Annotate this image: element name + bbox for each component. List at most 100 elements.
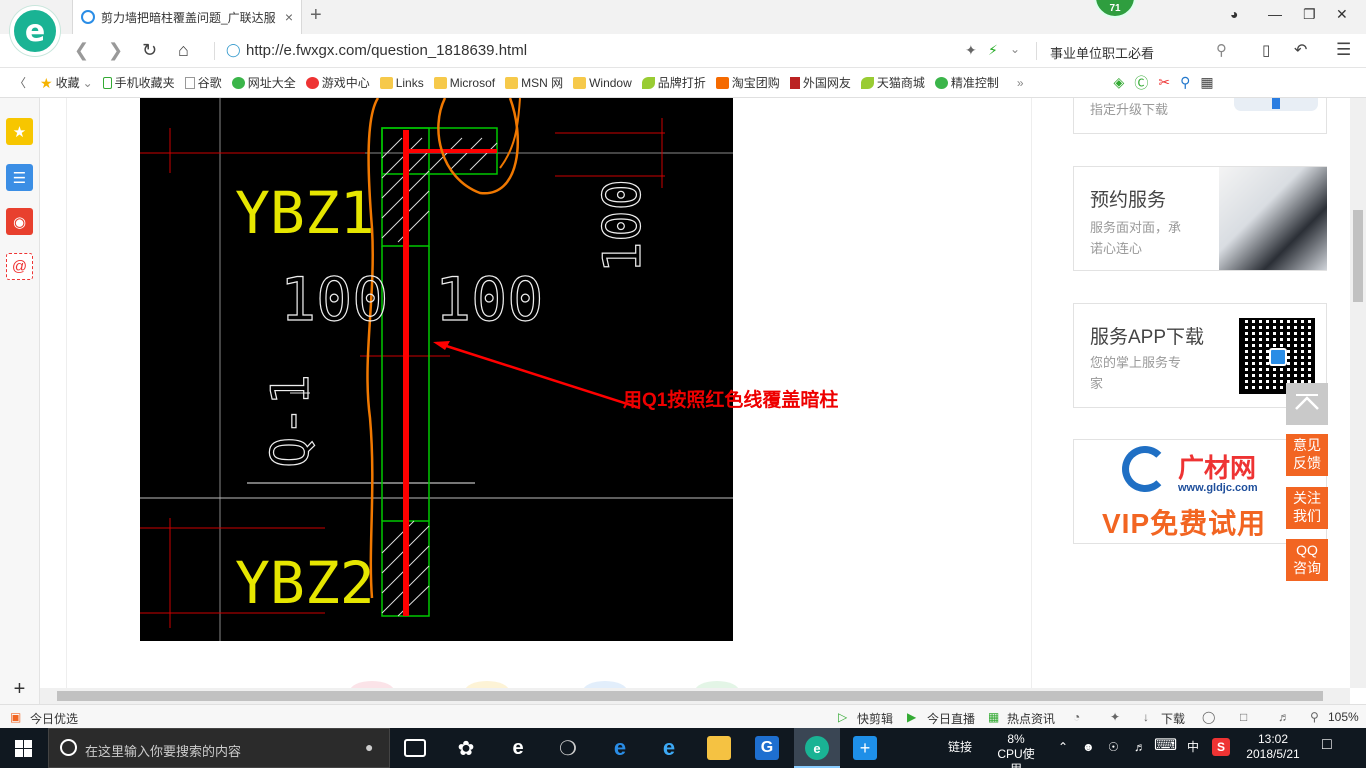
today-picks-link[interactable]: 今日优选: [30, 710, 78, 727]
bookmark-item[interactable]: 谷歌: [184, 74, 222, 91]
translate-icon[interactable]: Ⓒ: [1134, 73, 1148, 93]
cpu-meter[interactable]: 8% CPU使用: [992, 732, 1040, 768]
notification-center-icon[interactable]: □: [1322, 737, 1332, 753]
vertical-scrollbar[interactable]: [1350, 98, 1366, 688]
speaker-icon[interactable]: ♬: [1134, 740, 1146, 755]
pinwheel-icon[interactable]: ✿: [454, 736, 478, 760]
feedback-button[interactable]: 意见 反馈: [1286, 434, 1328, 476]
back-icon[interactable]: ❮: [74, 40, 89, 61]
speed-icon[interactable]: ◔: [1073, 710, 1080, 724]
share-icon[interactable]: ✦: [965, 42, 977, 59]
taskbar-search[interactable]: 在这里输入你要搜索的内容 ●: [48, 728, 390, 768]
bookmark-item[interactable]: Links: [379, 76, 424, 90]
person-icon[interactable]: ☻: [1082, 740, 1095, 755]
search-icon[interactable]: ⚲: [1216, 41, 1227, 59]
sogou-icon[interactable]: S: [1212, 738, 1230, 756]
add-panel-icon[interactable]: +: [6, 676, 33, 703]
hot-news-link[interactable]: 热点资讯: [1007, 710, 1055, 727]
weibo-icon[interactable]: ◉: [6, 208, 33, 235]
lightning-icon[interactable]: ⚡: [988, 42, 998, 59]
internet-explorer-icon[interactable]: e: [657, 735, 681, 760]
minimize-icon[interactable]: —: [1268, 6, 1282, 22]
active-app-highlight[interactable]: e: [794, 728, 840, 768]
bookmark-item[interactable]: 手机收藏夹: [102, 74, 175, 91]
bookmark-item[interactable]: 网址大全: [231, 74, 296, 91]
spiral-app-icon[interactable]: ❍: [556, 736, 580, 760]
upgrade-card[interactable]: 指定升级下载: [1073, 98, 1327, 134]
bookmark-label: 品牌打折: [657, 76, 706, 90]
task-view-icon[interactable]: [404, 739, 426, 757]
more-bookmarks-icon[interactable]: »: [1017, 76, 1024, 90]
microphone-icon[interactable]: ●: [365, 739, 373, 755]
maximize-icon[interactable]: ❐: [1303, 6, 1316, 23]
chevron-up-tray-icon[interactable]: ⌃: [1058, 740, 1068, 755]
quick-clip-link[interactable]: 快剪辑: [857, 710, 893, 727]
bookmark-item[interactable]: ★ 收藏 ⌄: [40, 74, 93, 91]
close-window-icon[interactable]: ✕: [1336, 6, 1348, 23]
follow-us-button[interactable]: 关注 我们: [1286, 487, 1328, 529]
clock[interactable]: 13:02 2018/5/21: [1240, 732, 1306, 762]
clock-date: 2018/5/21: [1246, 747, 1300, 761]
phone-icon[interactable]: ▯: [1262, 41, 1270, 59]
reader-list-icon[interactable]: ☰: [6, 164, 33, 191]
bookmark-item[interactable]: MSN 网: [505, 74, 563, 91]
favorites-star-icon[interactable]: ★: [6, 118, 33, 145]
dimension-left: 100: [280, 265, 388, 335]
browser-logo-icon[interactable]: e: [10, 6, 60, 56]
pin-icon[interactable]: ✦: [1110, 710, 1120, 724]
booking-card[interactable]: 预约服务 服务面对面，承 诺心连心: [1073, 166, 1327, 271]
tab-close-icon[interactable]: ×: [285, 9, 293, 25]
gift-icon[interactable]: ▣: [10, 710, 21, 724]
windows-start-icon[interactable]: [15, 740, 32, 757]
remote-app-icon[interactable]: +: [853, 736, 877, 760]
scrollbar-thumb[interactable]: [1353, 210, 1363, 302]
new-tab-button[interactable]: +: [310, 4, 322, 27]
file-explorer-icon[interactable]: [707, 736, 731, 760]
ie-mode-icon[interactable]: ◯: [1202, 710, 1215, 724]
edge-icon[interactable]: e: [608, 735, 632, 760]
divider: [1036, 42, 1037, 60]
qq-consult-button[interactable]: QQ 咨询: [1286, 539, 1328, 581]
shirt-skin-icon[interactable]: ◕: [1230, 6, 1238, 22]
bookmark-item[interactable]: 品牌打折: [641, 74, 706, 91]
bookmark-item[interactable]: 游戏中心: [305, 74, 370, 91]
links-toolbar[interactable]: 链接: [948, 740, 972, 755]
bookmark-item[interactable]: 精准控制: [934, 74, 999, 91]
address-bar[interactable]: http://e.fwxgx.com/question_1818639.html: [246, 42, 527, 59]
search-input[interactable]: 事业单位职工必看: [1050, 43, 1154, 62]
grid-icon[interactable]: ▦: [1200, 74, 1213, 91]
browser-tab[interactable]: 剪力墙把暗柱覆盖问题_广联达服 ×: [72, 0, 302, 34]
home-icon[interactable]: ⌂: [178, 40, 189, 61]
download-link[interactable]: 下载: [1161, 710, 1185, 727]
collapse-sidebar-icon[interactable]: 〈: [14, 74, 26, 91]
keyboard-icon[interactable]: ⌨: [1154, 738, 1177, 754]
bookmark-item[interactable]: Microsof: [433, 76, 495, 90]
ime-indicator[interactable]: 中: [1187, 740, 1199, 755]
navigation-bar: ❮ ❯ ↻ ⌂ ◯ http://e.fwxgx.com/question_18…: [0, 34, 1366, 68]
back-to-top-button[interactable]: [1286, 383, 1328, 425]
forward-icon[interactable]: ❯: [108, 40, 123, 61]
bookmark-item[interactable]: 外国网友: [789, 74, 851, 91]
dimension-right: 100: [435, 265, 543, 335]
wifi-icon[interactable]: ☉: [1108, 740, 1119, 755]
refresh-icon[interactable]: ↻: [142, 40, 157, 61]
browser-e-icon[interactable]: e: [506, 736, 530, 760]
search-tool-icon[interactable]: ⚲: [1180, 74, 1190, 91]
volume-icon[interactable]: ♬: [1278, 710, 1290, 724]
shield-icon[interactable]: ◈: [1114, 74, 1125, 91]
horizontal-scrollbar[interactable]: [40, 688, 1350, 704]
scissors-icon[interactable]: ✂: [1158, 74, 1170, 91]
email-icon[interactable]: @: [6, 253, 33, 280]
menu-icon[interactable]: ☰: [1336, 40, 1351, 60]
scrollbar-thumb[interactable]: [57, 691, 1323, 701]
zoom-level[interactable]: 105%: [1328, 710, 1359, 724]
window-icon[interactable]: □: [1240, 710, 1247, 724]
bookmark-item[interactable]: Window: [573, 76, 632, 90]
undo-icon[interactable]: ↶: [1294, 40, 1307, 60]
bookmark-item[interactable]: 淘宝团购: [715, 74, 780, 91]
bookmark-item[interactable]: 天猫商城: [860, 74, 925, 91]
live-link[interactable]: 今日直播: [927, 710, 975, 727]
notification-badge[interactable]: 71: [1094, 0, 1136, 18]
chevron-down-icon[interactable]: ⌄: [1010, 42, 1020, 56]
glodon-app-icon[interactable]: G: [755, 736, 779, 760]
